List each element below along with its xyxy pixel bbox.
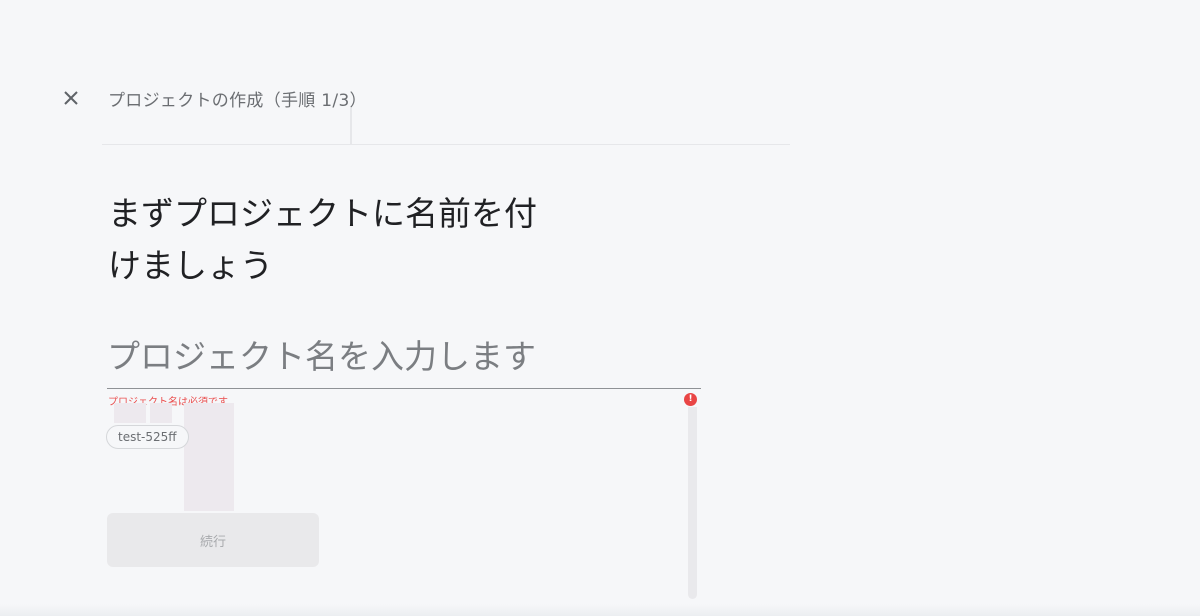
- ghost-overlay: [184, 403, 234, 511]
- scrollbar-track[interactable]: [688, 407, 697, 599]
- suggestion-chip[interactable]: test-525ff: [106, 425, 189, 449]
- alert-icon: !: [684, 393, 697, 406]
- ghost-overlay: [114, 403, 146, 423]
- bottom-shadow: [0, 604, 1200, 616]
- ghost-overlay: [150, 403, 172, 423]
- headline-line-2: けましょう: [108, 246, 273, 285]
- continue-button[interactable]: 続行: [107, 513, 319, 567]
- project-name-field: [107, 330, 701, 389]
- headline-line-1: まずプロジェクトに名前を付: [108, 194, 537, 233]
- header-tick: [350, 108, 352, 144]
- close-icon: [64, 91, 78, 105]
- page-headline: まずプロジェクトに名前を付 けましょう: [108, 188, 588, 292]
- project-name-input[interactable]: [107, 330, 701, 382]
- project-create-page: プロジェクトの作成（手順 1/3） まずプロジェクトに名前を付 けましょう プロ…: [0, 0, 1200, 616]
- header-divider: [102, 144, 790, 145]
- close-button[interactable]: [58, 84, 84, 110]
- wizard-title: プロジェクトの作成（手順 1/3）: [108, 91, 367, 111]
